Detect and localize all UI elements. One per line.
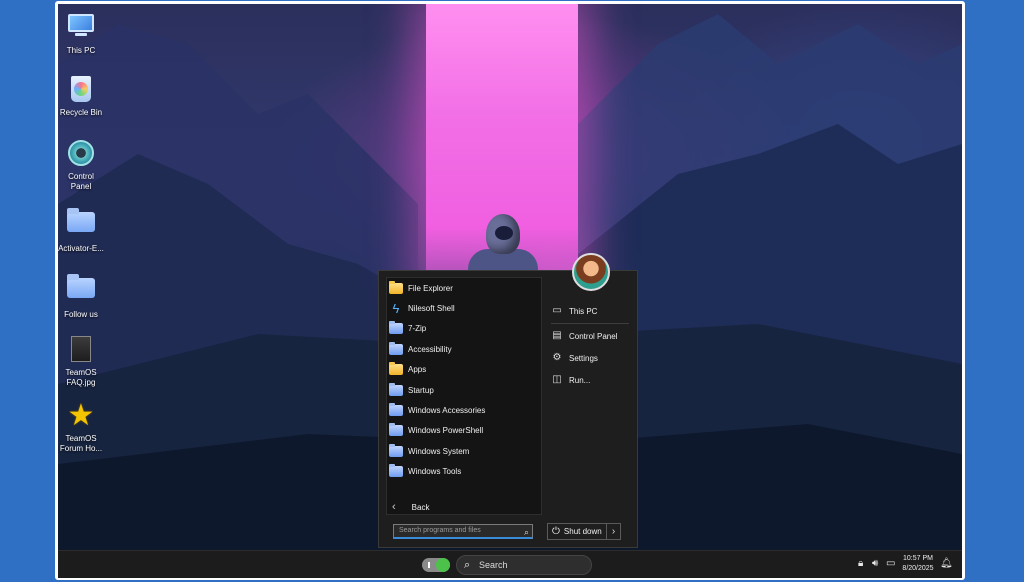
program-label: Nilesoft Shell [408, 304, 455, 314]
folder-icon [389, 280, 403, 294]
program-label: Windows PowerShell [408, 426, 484, 436]
right-item-this-pc[interactable]: ▭ This PC [551, 302, 597, 320]
right-item-label: This PC [569, 306, 598, 316]
desktop-icon-label: TeamOS FAQ.jpg [65, 368, 97, 387]
program-label: Accessibility [408, 344, 452, 354]
monitor-icon [67, 14, 95, 42]
folder-icon [389, 443, 403, 457]
clock-date: 8/20/2025 [902, 565, 934, 572]
program-item[interactable]: File Explorer [387, 278, 541, 298]
start-menu: File Explorer ϟ Nilesoft Shell 7-Zip Acce… [378, 253, 638, 548]
program-item[interactable]: 7-Zip [387, 319, 541, 339]
right-item-control-panel[interactable]: ▤ Control Panel [551, 327, 617, 345]
folder-icon [389, 341, 403, 355]
desktop-icon-control-panel[interactable]: Control Panel [58, 140, 111, 192]
avatar[interactable] [572, 253, 610, 291]
program-item[interactable]: Windows System [387, 441, 541, 461]
right-item-label: Control Panel [569, 331, 618, 341]
folder-icon [389, 423, 403, 437]
program-label: 7-Zip [408, 324, 427, 334]
right-item-settings[interactable]: ⚙ Settings [551, 349, 598, 367]
start-toggle-button[interactable] [422, 558, 450, 572]
desktop-icon-teamos-forum[interactable]: ★ TeamOS Forum Ho... [58, 399, 111, 454]
nilesoft-shell-icon: ϟ [392, 301, 400, 317]
control-panel-icon [67, 140, 95, 168]
programs-list: File Explorer ϟ Nilesoft Shell 7-Zip Acce… [386, 277, 542, 515]
volume-icon[interactable]: 🔊︎ [872, 558, 878, 569]
program-item[interactable]: Windows Accessories [387, 400, 541, 420]
desktop-icon-follow-us[interactable]: Follow us [58, 274, 111, 320]
back-label: Back [411, 502, 430, 512]
clock-time: 10:57 PM [903, 555, 933, 562]
chevron-left-icon: ‹ [392, 501, 396, 513]
back-button[interactable]: ‹ Back [386, 497, 542, 517]
shutdown-label: Shut down [563, 527, 602, 536]
folder-icon [389, 321, 403, 335]
folder-icon [67, 274, 95, 306]
program-label: Windows System [408, 446, 470, 456]
chevron-right-icon: › [611, 526, 616, 537]
desktop-icon-label: Control Panel [68, 172, 94, 191]
search-input[interactable]: Search programs and files ⌕ [393, 524, 533, 539]
folder-icon [389, 382, 403, 396]
desktop-icon-label: This PC [66, 46, 96, 55]
desktop-icon-label: Recycle Bin [59, 108, 103, 117]
shutdown-button[interactable]: ⏻ Shut down [547, 523, 607, 540]
program-item[interactable]: Windows Tools [387, 462, 541, 482]
notification-bell-icon[interactable]: 🔔︎ [940, 558, 953, 569]
gear-icon: ⚙ [552, 352, 562, 363]
taskbar: ⌕ Search 🔒︎ 🔊︎ ▭ 10:57 PM 8/20/2025 🔔︎ [58, 550, 962, 578]
program-label: Windows Tools [408, 467, 462, 477]
toggle-knob [436, 558, 450, 572]
recycle-bin-icon [67, 76, 95, 104]
search-icon: ⌕ [523, 527, 529, 537]
taskbar-search[interactable]: ⌕ Search [456, 555, 592, 575]
desktop-icon-teamos-faq[interactable]: TeamOS FAQ.jpg [58, 336, 111, 388]
right-item-label: Settings [569, 353, 598, 363]
search-icon: ⌕ [464, 559, 471, 571]
toggle-bar [428, 562, 430, 568]
star-icon: ★ [67, 399, 95, 432]
folder-icon [389, 464, 403, 478]
program-label: Startup [408, 385, 434, 395]
astronaut-visor [495, 226, 513, 240]
program-label: File Explorer [408, 283, 453, 293]
desktop-icon-label: Activator-E... [58, 244, 104, 253]
desktop-icon-recycle-bin[interactable]: Recycle Bin [58, 76, 111, 118]
desktop-icon-label: TeamOS Forum Ho... [59, 434, 103, 453]
power-icon: ⏻ [552, 526, 560, 537]
program-item[interactable]: ϟ Nilesoft Shell [387, 298, 541, 318]
desktop-icon-activator[interactable]: Activator-E... [58, 208, 111, 254]
program-item[interactable]: Startup [387, 380, 541, 400]
computer-icon: ▭ [552, 305, 562, 316]
lock-icon[interactable]: 🔒︎ [858, 558, 863, 569]
control-panel-icon: ▤ [552, 330, 562, 341]
desktop-icon-this-pc[interactable]: This PC [58, 12, 111, 56]
program-item[interactable]: Windows PowerShell [387, 421, 541, 441]
network-icon[interactable]: ▭ [886, 558, 895, 569]
program-item[interactable]: Apps [387, 360, 541, 380]
shutdown-options-button[interactable]: › [607, 523, 621, 540]
divider [551, 323, 629, 324]
image-file-icon [67, 336, 95, 364]
desktop-icon-label: Follow us [64, 310, 98, 319]
right-item-label: Run... [569, 375, 591, 385]
folder-icon [389, 362, 403, 376]
run-icon: ◫ [552, 374, 562, 385]
search-placeholder: Search programs and files [399, 527, 481, 534]
folder-icon [389, 403, 403, 417]
folder-icon [67, 208, 95, 240]
right-item-run[interactable]: ◫ Run... [551, 371, 590, 389]
program-label: Windows Accessories [408, 406, 486, 416]
program-item[interactable]: Accessibility [387, 339, 541, 359]
program-label: Apps [408, 365, 427, 375]
clock[interactable]: 10:57 PM 8/20/2025 [898, 554, 938, 574]
taskbar-search-label: Search [479, 560, 508, 570]
